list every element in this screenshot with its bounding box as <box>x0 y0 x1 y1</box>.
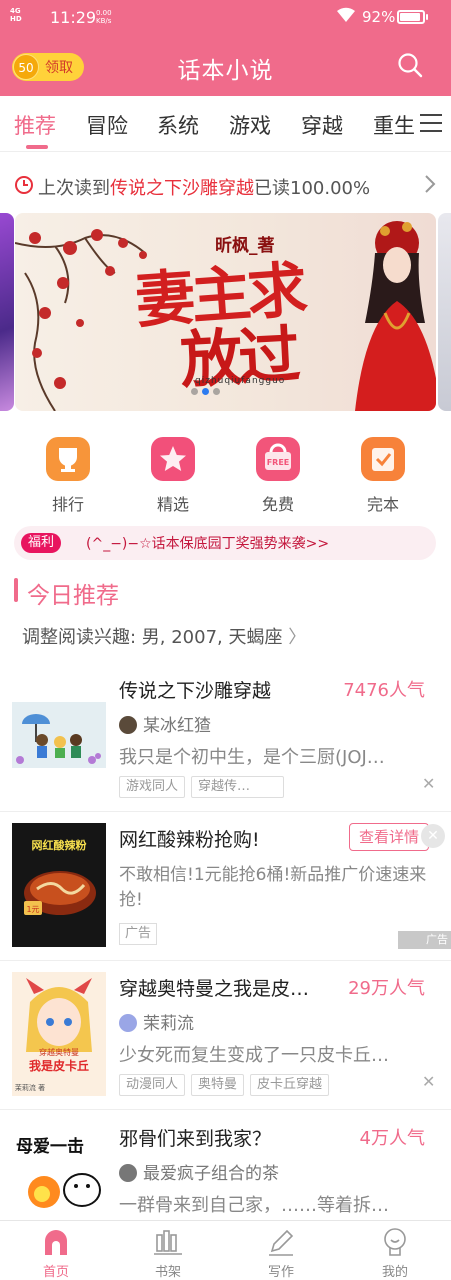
quick-link-ranking[interactable]: 排行 <box>33 432 103 515</box>
book-popularity: 7476人气 <box>343 680 425 701</box>
tab-rebirth[interactable]: 重生 <box>373 110 415 140</box>
svg-text:FREE: FREE <box>267 458 290 467</box>
book-description: 一群骨来到自己家，……等着拆… <box>119 1195 389 1216</box>
ad-tag: 广告 <box>119 923 158 945</box>
book-author: 某冰红猹 <box>119 711 211 736</box>
ad-description: 不敢相信!1元能抢6桶!新品推广价速速来抢! <box>119 865 427 910</box>
book-description: 我只是个初中生，是个三厨(JOJ… <box>119 747 385 768</box>
ad-title: 网红酸辣粉抢购! <box>119 829 260 851</box>
nav-profile[interactable]: 我的 <box>360 1227 430 1280</box>
tab-system[interactable]: 系统 <box>157 110 199 140</box>
tab-recommend[interactable]: 推荐 <box>14 110 56 140</box>
book-title: 穿越奥特曼之我是皮… <box>119 978 310 1000</box>
search-icon[interactable] <box>397 52 423 78</box>
network-speed: 0.00 KB/s <box>96 9 112 25</box>
free-icon: FREE <box>256 437 300 481</box>
svg-text:网红酸辣粉: 网红酸辣粉 <box>32 838 87 852</box>
quick-link-free[interactable]: FREE 免费 <box>243 432 313 515</box>
battery-icon <box>397 10 425 24</box>
ad-card[interactable]: 网红酸辣粉 1元 网红酸辣粉抢购! 查看详情 ✕ 不敢相信!1元能抢6桶!新品推… <box>0 811 451 961</box>
book-tag[interactable]: 奥特曼 <box>191 1074 245 1096</box>
nav-write[interactable]: 写作 <box>246 1227 316 1280</box>
signal-indicator: 4G HD <box>10 7 22 23</box>
home-icon <box>41 1227 71 1257</box>
status-bar: 4G HD 11:29 0.00 KB/s 92% <box>0 0 451 36</box>
pen-icon <box>266 1227 296 1257</box>
tab-time-travel[interactable]: 穿越 <box>301 110 343 140</box>
menu-icon[interactable] <box>420 114 442 134</box>
nav-home[interactable]: 首页 <box>21 1227 91 1280</box>
welfare-notice[interactable]: 福利 (^_−)−☆话本保底园丁奖强势来袭>> <box>14 526 436 560</box>
book-title: 传说之下沙雕穿越 <box>119 680 272 702</box>
book-tags: 游戏同人 穿越传… <box>119 775 290 798</box>
last-read-book: 传说之下沙雕穿越 <box>110 178 254 199</box>
clock-time: 11:29 <box>50 8 97 27</box>
app-title: 话本小说 <box>177 58 274 84</box>
ad-logo: 广告 <box>398 931 451 949</box>
trophy-icon <box>46 437 90 481</box>
book-tag[interactable]: 穿越传… <box>191 776 285 798</box>
banner-illustration <box>355 221 436 411</box>
quick-link-completed[interactable]: 完本 <box>348 432 418 515</box>
banner-next-slide[interactable] <box>438 213 451 411</box>
svg-text:母爱一击: 母爱一击 <box>16 1136 84 1157</box>
book-tags: 动漫同人 奥特曼 皮卡丘穿越 <box>119 1073 335 1096</box>
last-read-bar[interactable]: 上次读到传说之下沙雕穿越已读100.00% <box>0 160 451 208</box>
nav-bookshelf[interactable]: 书架 <box>133 1227 203 1280</box>
dismiss-icon[interactable]: ✕ <box>422 774 435 793</box>
author-avatar <box>119 1014 137 1032</box>
book-cover <box>12 702 106 768</box>
dismiss-icon[interactable]: ✕ <box>422 1072 435 1091</box>
checkbook-icon <box>361 437 405 481</box>
bookshelf-icon <box>153 1227 183 1257</box>
book-cover: 母爱一击 <box>12 1122 106 1220</box>
view-details-button[interactable]: 查看详情 <box>349 823 429 851</box>
book-popularity: 29万人气 <box>348 978 425 999</box>
app-header: 50 领取 话本小说 <box>0 36 451 96</box>
active-tab-indicator <box>26 145 48 149</box>
svg-text:1元: 1元 <box>26 905 39 914</box>
author-avatar <box>119 1164 137 1182</box>
svg-text:穿越奥特曼: 穿越奥特曼 <box>39 1047 79 1057</box>
chevron-right-icon <box>425 175 436 193</box>
book-card[interactable]: 母爱一击 邪骨们来到我家？ 4万人气 最爱疯子组合的茶 一群骨来到自己家，……等… <box>0 1110 451 1220</box>
book-tag[interactable]: 游戏同人 <box>119 776 186 798</box>
ad-cover: 网红酸辣粉 1元 <box>12 823 106 947</box>
adjust-interest-link[interactable]: 调整阅读兴趣: 男, 2007, 天蝎座 〉 <box>22 623 306 649</box>
tab-adventure[interactable]: 冒险 <box>86 110 128 140</box>
last-read-text: 上次读到传说之下沙雕穿越已读100.00% <box>38 178 371 199</box>
book-tag[interactable]: 动漫同人 <box>119 1074 186 1096</box>
svg-text:我是皮卡丘: 我是皮卡丘 <box>29 1058 89 1073</box>
book-cover: 穿越奥特曼 我是皮卡丘 茉莉流 著 <box>12 972 106 1096</box>
wifi-icon <box>337 7 355 22</box>
book-tag[interactable]: 皮卡丘穿越 <box>250 1074 330 1096</box>
category-tabs: 推荐 冒险 系统 游戏 穿越 重生 <box>0 96 451 152</box>
tab-game[interactable]: 游戏 <box>229 110 271 140</box>
book-popularity: 4万人气 <box>359 1128 425 1149</box>
close-ad-icon[interactable]: ✕ <box>421 824 445 848</box>
welfare-message: (^_−)−☆话本保底园丁奖强势来袭>> <box>86 536 330 552</box>
bottom-navigation: 首页 书架 写作 我的 <box>0 1220 451 1280</box>
svg-text:茉莉流 著: 茉莉流 著 <box>15 1083 45 1092</box>
clock-icon <box>15 176 33 194</box>
banner-prev-slide[interactable] <box>0 213 14 411</box>
star-icon <box>151 437 195 481</box>
book-author: 最爱疯子组合的茶 <box>119 1159 279 1184</box>
book-author: 茉莉流 <box>119 1009 194 1034</box>
profile-icon <box>380 1227 410 1257</box>
book-card[interactable]: 传说之下沙雕穿越 7476人气 某冰红猹 我只是个初中生，是个三厨(JOJ… 游… <box>0 662 451 812</box>
book-title: 邪骨们来到我家？ <box>119 1128 272 1150</box>
carousel-dots <box>191 380 224 399</box>
quick-links: 排行 精选 FREE 免费 完本 <box>0 432 451 522</box>
book-description: 少女死而复生变成了一只皮卡丘… <box>119 1045 389 1066</box>
battery-percent: 92% <box>362 8 396 26</box>
quick-link-featured[interactable]: 精选 <box>138 432 208 515</box>
banner-slide[interactable]: 昕枫_著 妻主求 放过 qizhuqiufangguo <box>15 213 436 411</box>
book-card[interactable]: 穿越奥特曼 我是皮卡丘 茉莉流 著 穿越奥特曼之我是皮… 29万人气 茉莉流 少… <box>0 960 451 1110</box>
author-avatar <box>119 716 137 734</box>
welfare-tag: 福利 <box>21 533 62 553</box>
banner-carousel[interactable]: 昕枫_著 妻主求 放过 qizhuqiufangguo <box>0 213 451 413</box>
